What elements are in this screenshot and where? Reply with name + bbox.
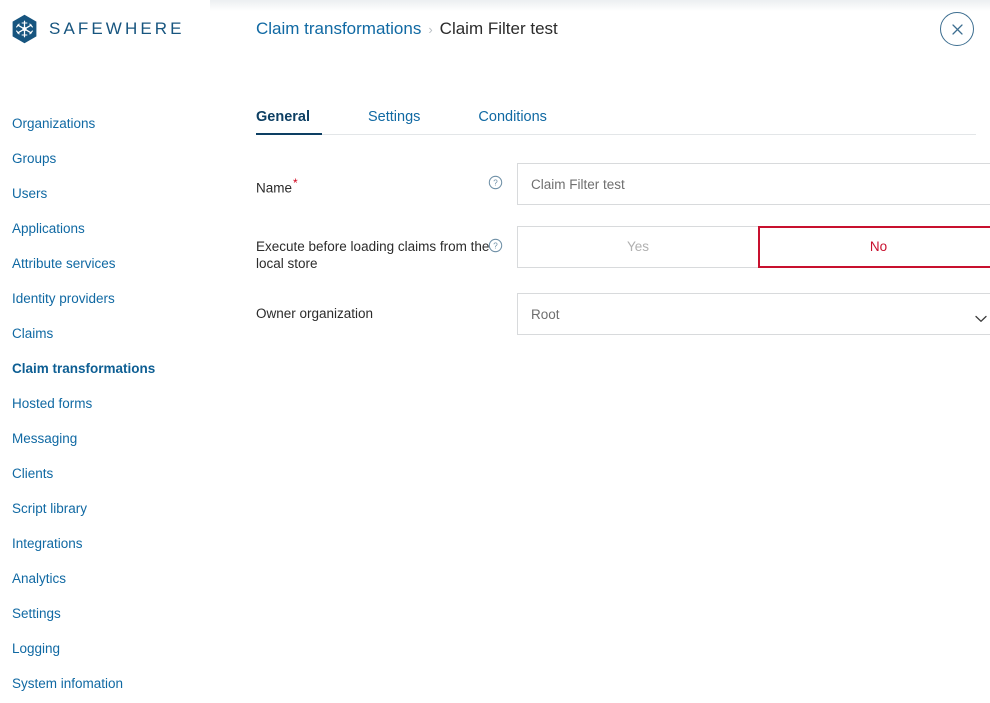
sidebar-item-settings[interactable]: Settings (0, 596, 210, 631)
sidebar-item-groups[interactable]: Groups (0, 141, 210, 176)
sidebar-item-script-library[interactable]: Script library (0, 491, 210, 526)
sidebar-item-logging[interactable]: Logging (0, 631, 210, 666)
sidebar-item-system-information[interactable]: System infomation (0, 666, 210, 701)
form-row-name: Name* ? (256, 163, 990, 205)
owner-organization-label: Owner organization (256, 306, 374, 321)
tab-settings[interactable]: Settings (356, 109, 432, 135)
brand-name: SAFEWHERE (49, 19, 185, 38)
sidebar-item-messaging[interactable]: Messaging (0, 421, 210, 456)
help-question-icon[interactable]: ? (488, 175, 503, 190)
sidebar-item-integrations[interactable]: Integrations (0, 526, 210, 561)
sidebar-item-organizations[interactable]: Organizations (0, 106, 210, 141)
sidebar-item-users[interactable]: Users (0, 176, 210, 211)
sidebar-item-analytics[interactable]: Analytics (0, 561, 210, 596)
form-row-execute-before: Execute before loading claims from the l… (256, 226, 990, 272)
sidebar: SAFEWHERE Organizations Groups Users App… (0, 0, 210, 703)
app-root: SAFEWHERE Organizations Groups Users App… (0, 0, 990, 703)
name-label: Name (256, 180, 293, 196)
brand-header[interactable]: SAFEWHERE (0, 0, 210, 58)
name-input-wrap (517, 163, 990, 205)
owner-organization-select[interactable]: Root (517, 293, 990, 335)
sidebar-nav: Organizations Groups Users Applications … (0, 106, 210, 701)
owner-organization-spacer (503, 293, 517, 305)
close-x-icon (950, 22, 965, 37)
execute-before-label: Execute before loading claims from the l… (256, 239, 490, 271)
name-input[interactable] (517, 163, 990, 205)
svg-text:?: ? (493, 242, 498, 251)
snowflake-hexagon-logo-icon (11, 14, 38, 44)
form-row-owner-organization: Owner organization Root (256, 293, 990, 335)
owner-organization-control: Root (517, 293, 990, 335)
sidebar-item-attribute-services[interactable]: Attribute services (0, 246, 210, 281)
toggle-no-button[interactable]: No (758, 226, 990, 268)
execute-before-control: Yes No (517, 226, 990, 268)
general-form: Name* ? Execute before loading claims (256, 135, 990, 335)
sidebar-item-applications[interactable]: Applications (0, 211, 210, 246)
sidebar-item-identity-providers[interactable]: Identity providers (0, 281, 210, 316)
tab-bar: General Settings Conditions (256, 101, 976, 135)
close-button[interactable] (940, 12, 974, 46)
toggle-yes-button[interactable]: Yes (517, 226, 758, 268)
name-help-wrap: ? (488, 163, 517, 190)
sidebar-item-clients[interactable]: Clients (0, 456, 210, 491)
help-question-icon[interactable]: ? (488, 238, 503, 253)
yes-no-toggle-group: Yes No (517, 226, 990, 268)
breadcrumb-current: Claim Filter test (439, 19, 558, 38)
main-panel: Claim transformations › Claim Filter tes… (210, 0, 990, 703)
name-required-marker: * (293, 176, 298, 190)
breadcrumb: Claim transformations › Claim Filter tes… (256, 19, 558, 39)
tab-general[interactable]: General (256, 109, 322, 135)
topbar: Claim transformations › Claim Filter tes… (210, 0, 990, 58)
breadcrumb-separator-icon: › (428, 22, 433, 37)
breadcrumb-parent-link[interactable]: Claim transformations (256, 19, 421, 39)
sidebar-item-claim-transformations[interactable]: Claim transformations (0, 351, 210, 386)
tab-conditions[interactable]: Conditions (466, 109, 559, 135)
name-label-wrap: Name* (256, 163, 503, 197)
sidebar-item-claims[interactable]: Claims (0, 316, 210, 351)
owner-organization-select-wrap: Root (517, 293, 990, 335)
execute-before-help-wrap: ? (488, 226, 517, 253)
sidebar-item-hosted-forms[interactable]: Hosted forms (0, 386, 210, 421)
svg-text:?: ? (493, 179, 498, 188)
